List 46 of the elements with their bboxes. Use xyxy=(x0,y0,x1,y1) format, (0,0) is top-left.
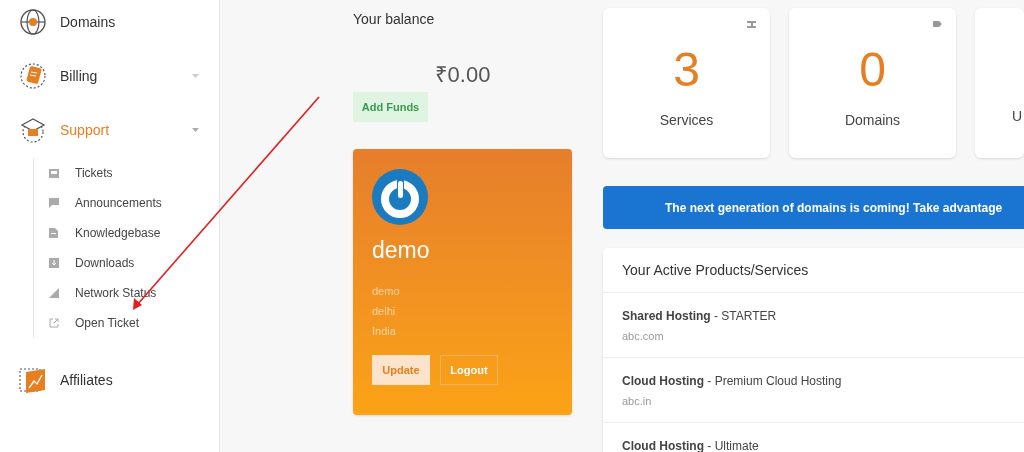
sidebar-item[interactable]: Domains xyxy=(60,11,116,33)
graduation-cap-icon xyxy=(19,116,47,144)
product-name: Cloud Hosting - Ultimate xyxy=(622,438,760,452)
product-row[interactable]: Shared Hosting - STARTER abc.com xyxy=(603,293,1024,358)
balance-title: Your balance xyxy=(353,10,435,29)
submenu-item[interactable]: Tickets xyxy=(75,164,113,182)
sidebar-item[interactable]: Billing xyxy=(60,65,98,87)
stat-card[interactable]: 3 Services xyxy=(603,8,770,158)
stat-label: Services xyxy=(659,111,714,130)
sliders-icon xyxy=(747,21,756,29)
stat-label: Domains xyxy=(844,111,901,130)
product-domain: abc.com xyxy=(622,329,664,344)
sidebar-item[interactable]: Affiliates xyxy=(60,369,113,391)
submenu-item[interactable]: Open Ticket xyxy=(75,314,140,332)
submenu-item[interactable]: Announcements xyxy=(75,194,162,212)
profile-detail: India xyxy=(372,324,396,338)
balance-amount: ₹0.00 xyxy=(434,64,491,86)
comment-icon xyxy=(49,198,59,208)
chart-icon xyxy=(18,366,48,394)
document-icon xyxy=(49,228,58,238)
submenu-item[interactable]: Downloads xyxy=(75,254,135,272)
stat-value: 0 xyxy=(859,42,886,98)
profile-detail: delhi xyxy=(372,304,396,318)
stat-value: 3 xyxy=(673,42,700,98)
signal-icon xyxy=(49,288,59,298)
external-link-icon xyxy=(49,318,59,328)
panel-title: Your Active Products/Services xyxy=(603,248,1024,293)
power-logo-icon xyxy=(372,169,428,225)
stat-label: U xyxy=(1012,107,1023,126)
product-domain: abc.in xyxy=(622,394,652,409)
stat-card[interactable]: 0 Domains xyxy=(789,8,956,158)
product-row[interactable]: Cloud Hosting - Ultimate xyxy=(603,423,1024,452)
banner-text: The next generation of domains is coming! Take advantage xyxy=(665,199,1003,217)
globe-icon xyxy=(19,8,47,36)
product-name: Shared Hosting - STARTER xyxy=(622,308,778,324)
tag-icon xyxy=(933,21,942,27)
promo-banner[interactable]: The next generation of domains is coming! Take advantage xyxy=(603,186,1024,229)
stat-card[interactable]: U xyxy=(975,8,1024,158)
product-row[interactable]: Cloud Hosting - Premium Cloud Hosting abc.in xyxy=(603,358,1024,423)
submenu-item[interactable]: Knowledgebase xyxy=(75,224,161,242)
billing-icon xyxy=(19,62,47,90)
profile-detail: demo xyxy=(372,284,400,298)
profile-name: demo xyxy=(372,239,431,262)
product-name: Cloud Hosting - Premium Cloud Hosting xyxy=(622,373,843,389)
download-icon xyxy=(49,258,59,268)
inbox-icon xyxy=(49,168,59,178)
